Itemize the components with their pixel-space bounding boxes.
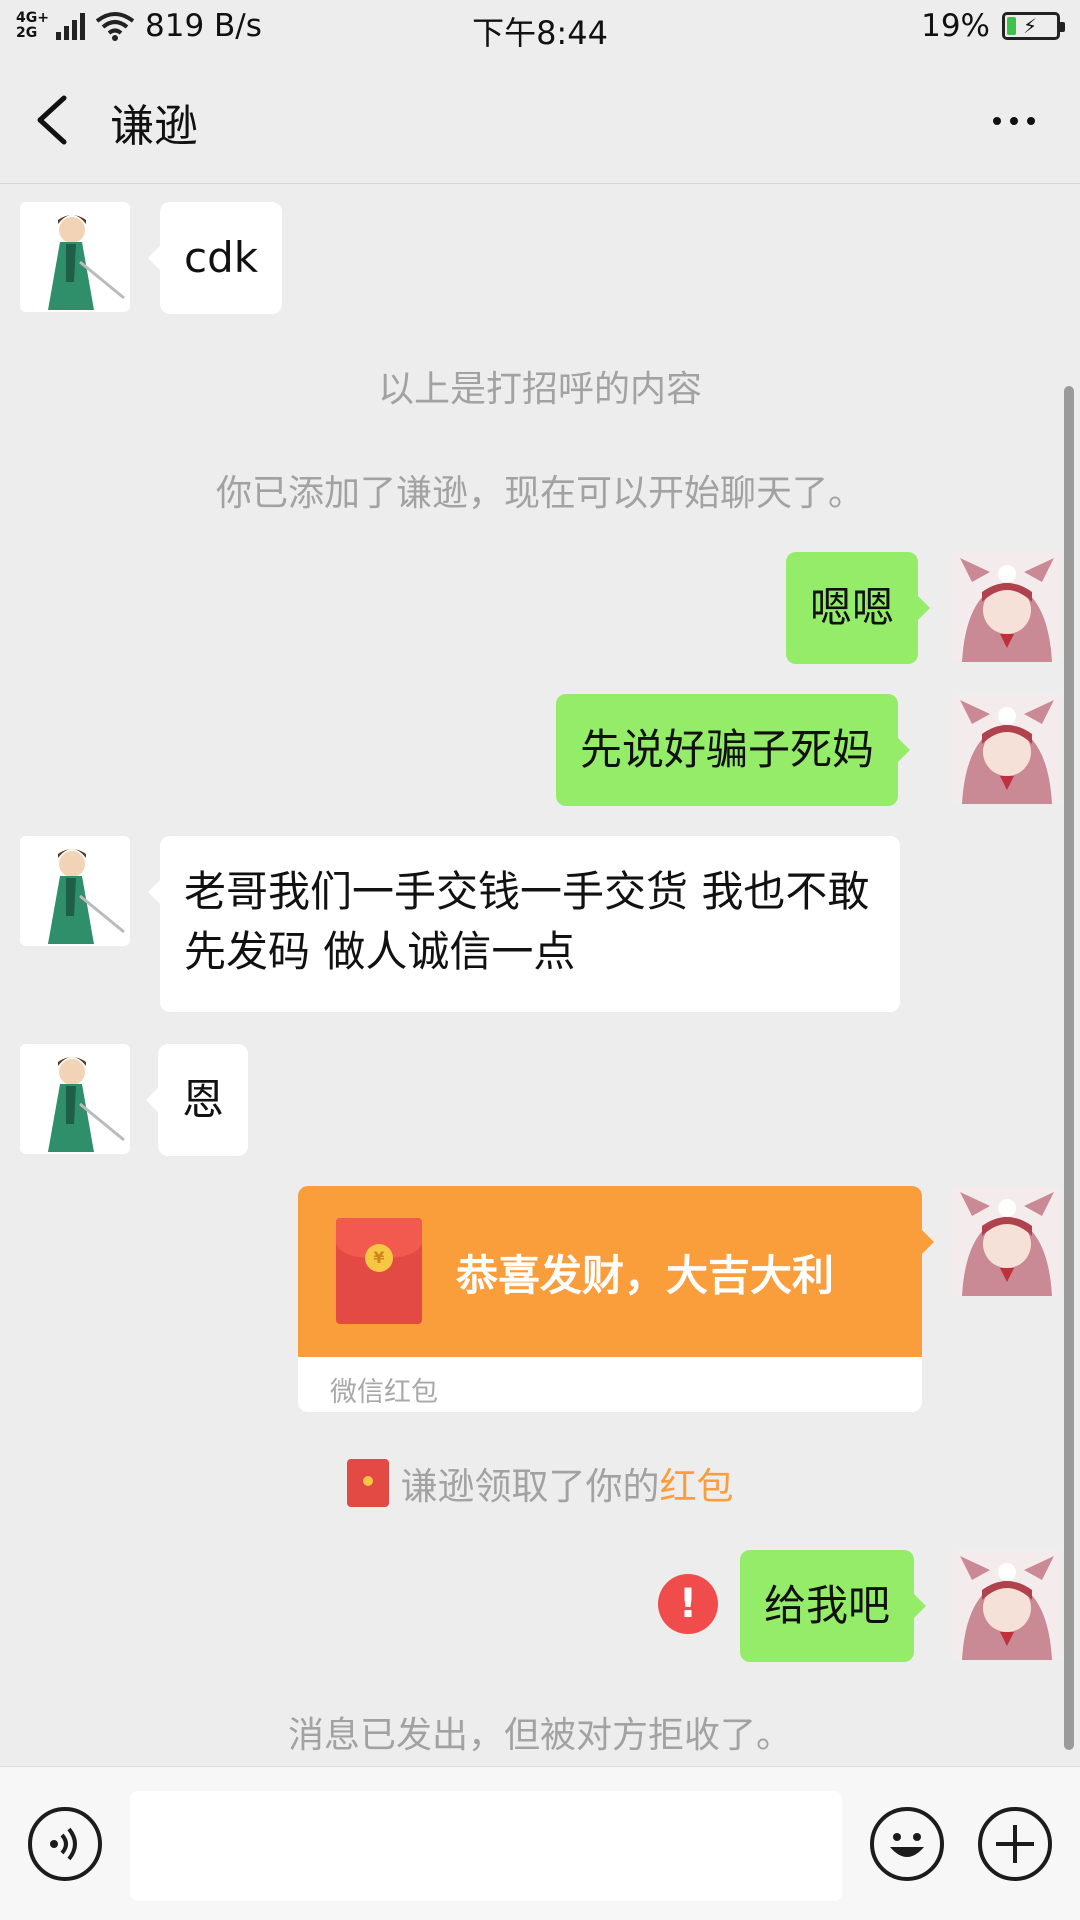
message-bubble[interactable]: 恩 [145,1044,249,1156]
input-bar [0,1766,1080,1920]
message-bubble[interactable]: 给我吧 [740,1550,927,1662]
send-failed-icon[interactable]: ! [658,1574,718,1634]
red-packet-received-notice: 谦逊领取了你的红包 [0,1456,1080,1510]
contact-avatar[interactable] [20,836,130,946]
back-chevron-icon[interactable] [30,92,80,148]
message-bubble[interactable]: 先说好骗子死妈 [556,694,911,806]
red-envelope-icon [346,1459,389,1507]
charging-icon: ⚡ [1023,14,1038,38]
status-bar: 4G+ 2G 819 B/s 下午8:44 19% ⚡ [0,0,1080,56]
my-avatar[interactable] [952,694,1062,804]
scrollbar[interactable] [1064,386,1074,1750]
my-avatar[interactable] [952,1550,1062,1660]
system-notice: 以上是打招呼的内容 [377,369,702,410]
contact-avatar[interactable] [20,1044,130,1154]
red-packet-label: 微信红包 [330,1377,438,1408]
contact-avatar[interactable] [20,202,130,312]
my-avatar[interactable] [952,552,1062,662]
more-dots-icon[interactable] [984,106,1044,136]
battery-percent: 19% [921,8,990,44]
message-bubble[interactable]: 老哥我们一手交钱一手交货 我也不敢先发码 做人诚信一点 [148,836,900,1012]
chat-header: 谦逊 [0,56,1080,184]
battery-icon: ⚡ [1002,12,1065,40]
message-bubble[interactable]: 嗯嗯 [786,552,931,664]
my-avatar[interactable] [952,1186,1062,1296]
red-packet-link[interactable]: 红包 [660,1465,734,1508]
chat-title: 谦逊 [110,101,198,152]
voice-icon[interactable] [28,1807,102,1881]
system-notice: 你已添加了谦逊，现在可以开始聊天了。 [215,473,864,514]
red-envelope-icon: ¥ [336,1218,422,1324]
plus-icon[interactable] [978,1807,1052,1881]
red-packet-card[interactable]: ¥ 恭喜发财，大吉大利 微信红包 [298,1186,922,1412]
clock: 下午8:44 [472,14,608,52]
message-input[interactable] [130,1791,842,1901]
system-notice: 消息已发出，但被对方拒收了。 [287,1715,792,1756]
red-packet-greeting: 恭喜发财，大吉大利 [456,1251,835,1300]
battery-level [1007,17,1017,35]
message-bubble[interactable]: cdk [147,202,283,314]
emoji-icon[interactable] [870,1807,944,1881]
